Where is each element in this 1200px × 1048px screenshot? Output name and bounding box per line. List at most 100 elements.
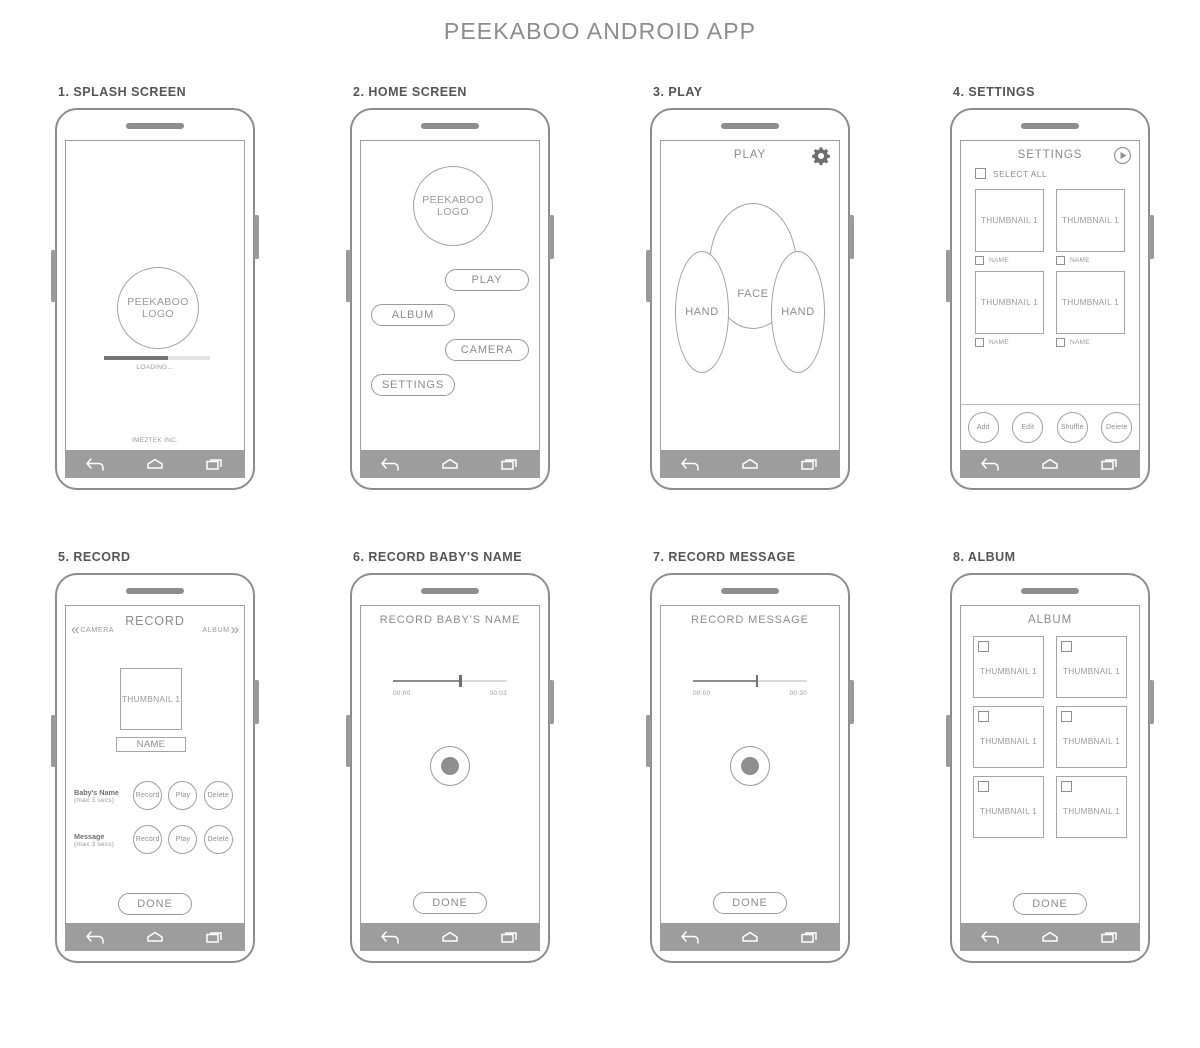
volume-button[interactable] (646, 715, 651, 767)
done-button[interactable]: DONE (713, 892, 787, 914)
album-thumbnail[interactable]: THUMBNAIL 1 (1056, 776, 1127, 838)
recents-icon[interactable] (1099, 457, 1119, 471)
album-thumbnail[interactable]: THUMBNAIL 1 (973, 636, 1044, 698)
album-button[interactable]: ALBUM (371, 304, 455, 326)
recents-icon[interactable] (499, 930, 519, 944)
play-circle-icon[interactable] (1113, 146, 1132, 170)
playback-slider[interactable] (693, 674, 807, 688)
home-icon[interactable] (1040, 457, 1060, 471)
volume-button[interactable] (346, 715, 351, 767)
thumbnail-checkbox[interactable] (1056, 338, 1065, 347)
thumbnail-checkbox[interactable] (1056, 256, 1065, 265)
power-button[interactable] (254, 215, 259, 259)
home-icon[interactable] (440, 457, 460, 471)
power-button[interactable] (549, 680, 554, 724)
power-button[interactable] (254, 680, 259, 724)
done-button[interactable]: DONE (1013, 893, 1087, 915)
album-thumbnail[interactable]: THUMBNAIL 1 (973, 706, 1044, 768)
back-icon[interactable] (980, 930, 1001, 944)
hand-right-shape[interactable]: HAND (771, 251, 825, 373)
slider-thumb[interactable] (459, 675, 462, 687)
home-icon[interactable] (145, 930, 165, 944)
delete-button[interactable]: Delete (1101, 412, 1133, 443)
thumbnail-box[interactable]: THUMBNAIL 1 (1056, 271, 1125, 334)
album-thumbnail[interactable]: THUMBNAIL 1 (1056, 706, 1127, 768)
camera-button[interactable]: CAMERA (445, 339, 529, 361)
name-field[interactable]: NAME (116, 737, 186, 752)
album-thumbnail-checkbox[interactable] (1061, 781, 1072, 792)
album-thumbnail-checkbox[interactable] (978, 711, 989, 722)
back-icon[interactable] (85, 930, 106, 944)
app-logo: PEEKABOO LOGO (413, 166, 493, 246)
home-icon[interactable] (740, 457, 760, 471)
album-thumbnail-checkbox[interactable] (978, 641, 989, 652)
thumbnail-box[interactable]: THUMBNAIL 1 (975, 189, 1044, 252)
add-button[interactable]: Add (967, 412, 999, 443)
back-icon[interactable] (380, 930, 401, 944)
settings-button[interactable]: SETTINGS (371, 374, 455, 396)
power-button[interactable] (549, 215, 554, 259)
album-nav-link[interactable]: ALBUM » (202, 622, 239, 637)
power-button[interactable] (1149, 680, 1154, 724)
recents-icon[interactable] (799, 457, 819, 471)
slider-thumb[interactable] (755, 675, 759, 687)
done-button[interactable]: DONE (413, 892, 487, 914)
album-thumbnail[interactable]: THUMBNAIL 1 (973, 776, 1044, 838)
splash-viewport: PEEKABOO LOGO LOADING... IMEZTEK INC. (66, 141, 244, 450)
recents-icon[interactable] (1099, 930, 1119, 944)
camera-nav-label: CAMERA (80, 625, 115, 634)
album-thumbnail[interactable]: THUMBNAIL 1 (1056, 636, 1127, 698)
play-button[interactable]: Play (168, 825, 198, 854)
home-icon[interactable] (1040, 930, 1060, 944)
album-thumbnail-checkbox[interactable] (978, 781, 989, 792)
power-button[interactable] (849, 215, 854, 259)
hand-left-shape[interactable]: HAND (675, 251, 729, 373)
volume-button[interactable] (51, 715, 56, 767)
recents-icon[interactable] (499, 457, 519, 471)
back-icon[interactable] (680, 457, 701, 471)
select-all-row[interactable]: SELECT ALL (975, 168, 1047, 179)
back-icon[interactable] (680, 930, 701, 944)
power-button[interactable] (849, 680, 854, 724)
thumbnail-box[interactable]: THUMBNAIL 1 (975, 271, 1044, 334)
back-icon[interactable] (980, 457, 1001, 471)
volume-button[interactable] (946, 250, 951, 302)
thumbnail-checkbox[interactable] (975, 256, 984, 265)
home-icon[interactable] (740, 930, 760, 944)
play-button[interactable]: Play (168, 781, 198, 810)
back-icon[interactable] (380, 457, 401, 471)
record-button[interactable]: Record (133, 825, 163, 854)
recents-icon[interactable] (204, 930, 224, 944)
record-button[interactable] (430, 746, 470, 786)
record-button[interactable]: Record (133, 781, 163, 810)
album-thumbnail-label: THUMBNAIL 1 (1062, 667, 1121, 676)
record-button[interactable] (730, 746, 770, 786)
done-button[interactable]: DONE (118, 893, 192, 915)
volume-button[interactable] (946, 715, 951, 767)
back-icon[interactable] (85, 457, 106, 471)
screen-home: 2. HOME SCREEN PEEKABOO LOGO PLAY ALBUM … (340, 85, 570, 490)
select-all-checkbox[interactable] (975, 168, 986, 179)
shuffle-button[interactable]: Shuffle (1056, 412, 1088, 443)
recents-icon[interactable] (204, 457, 224, 471)
volume-button[interactable] (346, 250, 351, 302)
camera-nav-link[interactable]: « CAMERA (71, 622, 114, 637)
home-icon[interactable] (145, 457, 165, 471)
delete-button[interactable]: Delete (203, 825, 233, 854)
recents-icon[interactable] (799, 930, 819, 944)
play-button[interactable]: PLAY (445, 269, 529, 291)
delete-button[interactable]: Delete (203, 781, 233, 810)
playback-slider[interactable] (393, 674, 507, 688)
edit-button[interactable]: Edit (1012, 412, 1044, 443)
album-thumbnail-checkbox[interactable] (1061, 641, 1072, 652)
slider-start-time: 00:00 (393, 690, 411, 697)
home-icon[interactable] (440, 930, 460, 944)
thumbnail-box[interactable]: THUMBNAIL 1 (1056, 189, 1125, 252)
volume-button[interactable] (51, 250, 56, 302)
thumbnail-checkbox[interactable] (975, 338, 984, 347)
thumbnail-box[interactable]: THUMBNAIL 1 (120, 668, 182, 730)
volume-button[interactable] (646, 250, 651, 302)
power-button[interactable] (1149, 215, 1154, 259)
album-thumbnail-checkbox[interactable] (1061, 711, 1072, 722)
gear-icon[interactable] (811, 146, 831, 171)
